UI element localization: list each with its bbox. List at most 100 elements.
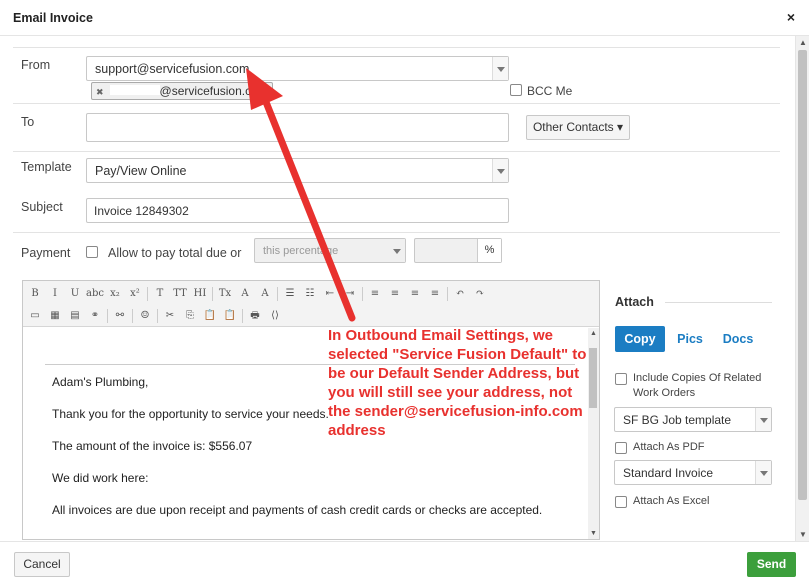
- toolbar-button-7[interactable]: TT: [170, 285, 190, 303]
- toolbar-button-2[interactable]: ▤: [65, 307, 85, 325]
- recipient-email: @servicefusion.com: [159, 84, 268, 98]
- chevron-down-icon: [492, 159, 508, 182]
- template-select-value: Pay/View Online: [95, 164, 187, 178]
- dialog-title: Email Invoice: [13, 11, 93, 25]
- toolbar-separator: [212, 287, 213, 301]
- attach-pdf-checkbox[interactable]: [615, 442, 627, 454]
- subject-input[interactable]: Invoice 12849302: [86, 198, 509, 223]
- chevron-down-icon: [755, 408, 771, 431]
- body-line-terms: All invoices are due upon receipt and pa…: [52, 503, 543, 517]
- attach-excel-label: Attach As Excel: [633, 495, 710, 507]
- toolbar-separator: [147, 287, 148, 301]
- toolbar-button-10[interactable]: 🖶: [245, 307, 265, 325]
- body-line-greeting: Adam's Plumbing,: [52, 375, 149, 389]
- toolbar-button-1[interactable]: ▦: [45, 307, 65, 325]
- toolbar-button-15[interactable]: ⇥: [340, 285, 360, 303]
- toolbar-button-9[interactable]: 📋: [220, 307, 240, 325]
- scroll-down-icon[interactable]: ▼: [799, 530, 807, 539]
- divider: [13, 151, 780, 152]
- include-copies-checkbox[interactable]: [615, 373, 627, 385]
- divider: [13, 232, 780, 233]
- toolbar-button-8[interactable]: HI: [190, 285, 210, 303]
- toolbar-button-11[interactable]: A: [255, 285, 275, 303]
- attach-title: Attach: [615, 295, 654, 309]
- template-select[interactable]: Pay/View Online: [86, 158, 509, 183]
- toolbar-row-format: B I Uabc x₂ x² T TT HI Tx A A ☰ ☷ ⇤ ⇥ ≡ ≡ ≡ ≡ ↶ ↷: [25, 284, 490, 304]
- close-icon[interactable]: ×: [787, 9, 795, 25]
- from-label: From: [21, 58, 51, 72]
- toolbar-button-0[interactable]: B: [25, 285, 45, 303]
- job-template-select[interactable]: SF BG Job template: [614, 407, 772, 432]
- body-line-work: We did work here:: [52, 471, 149, 485]
- body-line-thanks: Thank you for the opportunity to service…: [52, 407, 329, 421]
- toolbar-button-5[interactable]: x²: [125, 285, 145, 303]
- bcc-label: BCC Me: [527, 84, 573, 98]
- attach-excel-checkbox[interactable]: [615, 496, 627, 508]
- toolbar-button-18[interactable]: ≡: [405, 285, 425, 303]
- divider: [13, 47, 780, 48]
- divider: [665, 302, 772, 303]
- percentage-placeholder: this percentage: [263, 245, 339, 257]
- subject-label: Subject: [21, 200, 63, 214]
- toolbar-button-17[interactable]: ≡: [385, 285, 405, 303]
- toolbar-button-7[interactable]: ⎘: [180, 307, 200, 325]
- dialog-footer: Cancel Send: [0, 541, 809, 587]
- toolbar-button-20[interactable]: ↶: [450, 285, 470, 303]
- toolbar-button-21[interactable]: ↷: [470, 285, 490, 303]
- remove-recipient-icon[interactable]: ✖: [96, 87, 104, 97]
- toolbar-row-insert: ▭ ▦ ▤ ⚭ ⚯ ☺ ✂ ⎘ 📋 📋 🖶 ⟨⟩: [25, 306, 285, 326]
- attach-pdf-label: Attach As PDF: [633, 441, 705, 453]
- template-label: Template: [21, 160, 72, 174]
- percentage-select[interactable]: this percentage: [254, 238, 406, 263]
- toolbar-separator: [447, 287, 448, 301]
- toolbar-button-3[interactable]: ⚭: [85, 307, 105, 325]
- to-label: To: [21, 115, 35, 129]
- other-contacts-button[interactable]: Other Contacts ▾: [526, 115, 630, 140]
- scroll-thumb[interactable]: [798, 50, 807, 500]
- tab-docs[interactable]: Docs: [716, 326, 760, 352]
- recipient-tag: ✖ @servicefusion.com: [91, 82, 273, 100]
- toolbar-separator: [157, 309, 158, 323]
- scroll-down-icon[interactable]: ▼: [590, 530, 597, 537]
- toolbar-button-10[interactable]: A: [235, 285, 255, 303]
- invoice-template-value: Standard Invoice: [623, 466, 714, 480]
- toolbar-button-4[interactable]: x₂: [105, 285, 125, 303]
- toolbar-button-14[interactable]: ⇤: [320, 285, 340, 303]
- toolbar-button-3[interactable]: abc: [85, 285, 105, 303]
- to-field[interactable]: [86, 113, 509, 142]
- toolbar-button-11[interactable]: ⟨⟩: [265, 307, 285, 325]
- toolbar-button-13[interactable]: ☷: [300, 285, 320, 303]
- toolbar-button-16[interactable]: ≡: [365, 285, 385, 303]
- tab-copy[interactable]: Copy: [615, 326, 665, 352]
- toolbar-button-6[interactable]: ✂: [160, 307, 180, 325]
- scroll-up-icon[interactable]: ▲: [799, 38, 807, 47]
- toolbar-separator: [107, 309, 108, 323]
- toolbar-button-5[interactable]: ☺: [135, 307, 155, 325]
- toolbar-button-0[interactable]: ▭: [25, 307, 45, 325]
- chevron-down-icon: [492, 57, 508, 80]
- toolbar-separator: [132, 309, 133, 323]
- email-invoice-dialog: Email Invoice × From support@servicefusi…: [0, 0, 809, 587]
- toolbar-button-19[interactable]: ≡: [425, 285, 445, 303]
- dialog-scrollbar[interactable]: ▲ ▼: [795, 36, 809, 541]
- invoice-template-select[interactable]: Standard Invoice: [614, 460, 772, 485]
- dialog-header: Email Invoice ×: [0, 0, 809, 36]
- cancel-button[interactable]: Cancel: [14, 552, 70, 577]
- percentage-input[interactable]: %: [414, 238, 502, 263]
- send-button[interactable]: Send: [747, 552, 796, 577]
- tab-pics[interactable]: Pics: [671, 326, 709, 352]
- bcc-checkbox[interactable]: [510, 84, 522, 96]
- toolbar-button-8[interactable]: 📋: [200, 307, 220, 325]
- toolbar-button-4[interactable]: ⚯: [110, 307, 130, 325]
- toolbar-button-6[interactable]: T: [150, 285, 170, 303]
- annotation-callout: In Outbound Email Settings, we selected …: [328, 327, 587, 439]
- allow-pay-label: Allow to pay total due or: [108, 246, 242, 260]
- from-select-value: support@servicefusion.com: [95, 62, 250, 76]
- toolbar-button-9[interactable]: Tx: [215, 285, 235, 303]
- toolbar-separator: [362, 287, 363, 301]
- allow-pay-checkbox[interactable]: [86, 246, 98, 258]
- toolbar-button-1[interactable]: I: [45, 285, 65, 303]
- toolbar-button-2[interactable]: U: [65, 285, 85, 303]
- toolbar-button-12[interactable]: ☰: [280, 285, 300, 303]
- from-select[interactable]: support@servicefusion.com: [86, 56, 509, 81]
